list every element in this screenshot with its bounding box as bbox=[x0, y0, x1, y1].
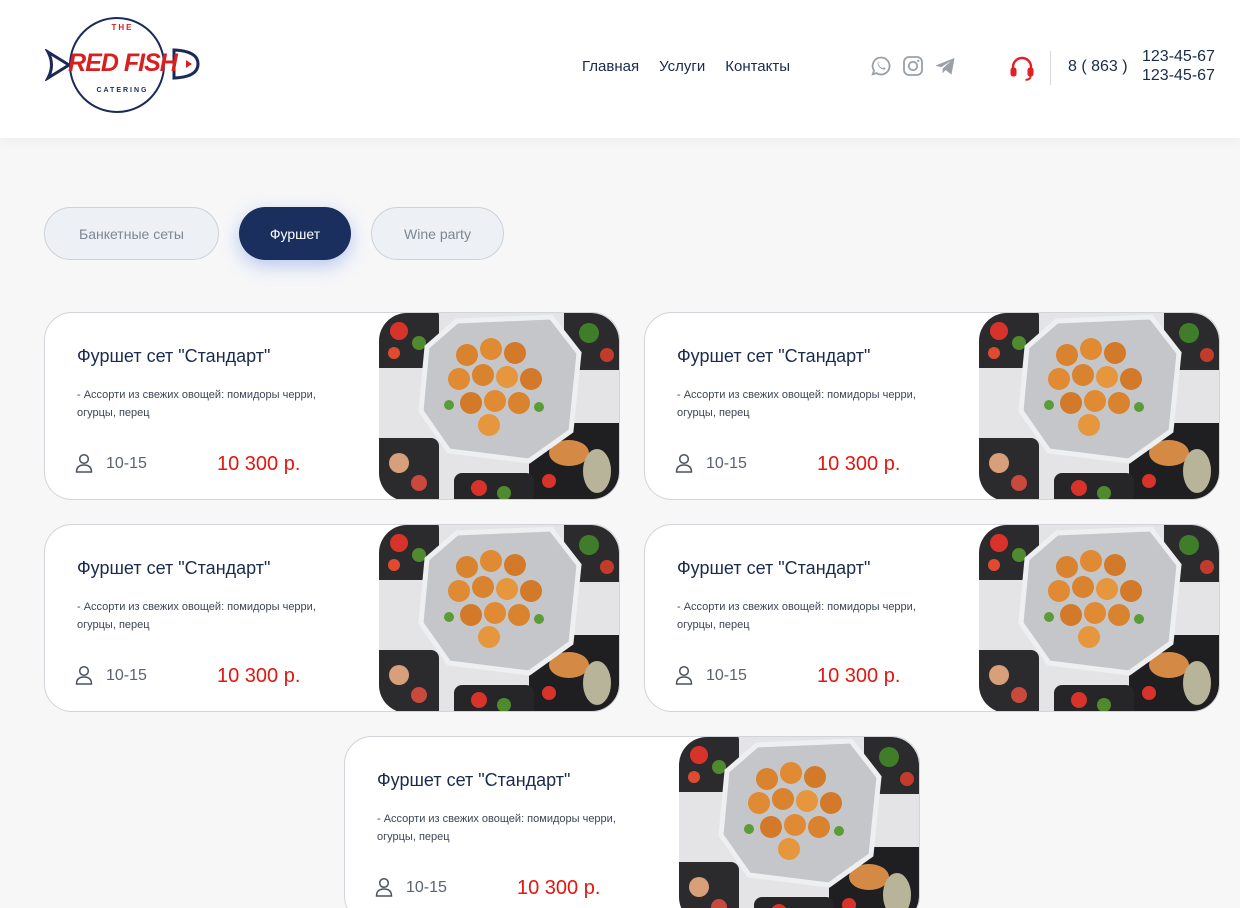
card-description: - Ассорти из свежих овощей: помидоры чер… bbox=[77, 601, 316, 631]
nav-item-services[interactable]: Услуги bbox=[659, 58, 705, 75]
site-header: THE RED FISH CATERING Главная Услуги Кон… bbox=[0, 0, 1240, 138]
tab-buffet[interactable]: Фуршет bbox=[239, 207, 351, 260]
card-description: - Ассорти из свежих овощей: помидоры чер… bbox=[377, 813, 616, 843]
person-icon bbox=[75, 665, 93, 685]
product-card[interactable]: Фуршет сет "Стандарт" - Ассорти из свежи… bbox=[644, 312, 1220, 500]
card-guests: 10-15 bbox=[106, 455, 147, 472]
telegram-icon[interactable] bbox=[934, 55, 956, 77]
nav-item-contacts[interactable]: Контакты bbox=[725, 58, 790, 75]
product-card[interactable]: Фуршет сет "Стандарт" - Ассорти из свежи… bbox=[344, 736, 920, 908]
phone-number[interactable]: 123-45-67 bbox=[1142, 67, 1215, 85]
phone-number[interactable]: 123-45-67 bbox=[1142, 48, 1215, 66]
logo[interactable]: THE RED FISH CATERING bbox=[45, 15, 200, 117]
card-description: - Ассорти из свежих овощей: помидоры чер… bbox=[77, 389, 316, 419]
tab-banquet-sets[interactable]: Банкетные сеты bbox=[44, 207, 219, 260]
person-icon bbox=[75, 453, 93, 473]
card-description: - Ассорти из свежих овощей: помидоры чер… bbox=[677, 601, 916, 631]
product-card[interactable]: Фуршет сет "Стандарт" - Ассорти из свежи… bbox=[44, 312, 620, 500]
person-icon bbox=[675, 453, 693, 473]
tab-wine-party[interactable]: Wine party bbox=[371, 207, 504, 260]
card-description: - Ассорти из свежих овощей: помидоры чер… bbox=[677, 389, 916, 419]
person-icon bbox=[675, 665, 693, 685]
nav-item-home[interactable]: Главная bbox=[582, 58, 639, 75]
card-title: Фуршет сет "Стандарт" bbox=[677, 346, 871, 366]
headset-icon[interactable] bbox=[1008, 54, 1036, 82]
card-price: 10 300 р. bbox=[217, 665, 301, 687]
card-title: Фуршет сет "Стандарт" bbox=[77, 346, 271, 366]
product-card[interactable]: Фуршет сет "Стандарт" - Ассорти из свежи… bbox=[644, 524, 1220, 712]
food-platter-image[interactable] bbox=[979, 525, 1219, 712]
food-platter-image[interactable] bbox=[379, 313, 619, 500]
card-title: Фуршет сет "Стандарт" bbox=[77, 558, 271, 578]
card-guests: 10-15 bbox=[706, 455, 747, 472]
food-platter-image[interactable] bbox=[379, 525, 619, 712]
contact-divider bbox=[1050, 51, 1051, 85]
card-price: 10 300 р. bbox=[517, 877, 601, 899]
card-price: 10 300 р. bbox=[817, 453, 901, 475]
logo-the-text: THE bbox=[111, 23, 134, 32]
card-title: Фуршет сет "Стандарт" bbox=[377, 770, 571, 790]
person-icon bbox=[375, 877, 393, 897]
card-guests: 10-15 bbox=[706, 667, 747, 684]
phone-code: 8 ( 863 ) bbox=[1068, 58, 1128, 75]
card-guests: 10-15 bbox=[106, 667, 147, 684]
social-links bbox=[870, 55, 956, 77]
food-platter-image[interactable] bbox=[679, 737, 919, 908]
whatsapp-icon[interactable] bbox=[870, 55, 892, 77]
card-title: Фуршет сет "Стандарт" bbox=[677, 558, 871, 578]
product-card[interactable]: Фуршет сет "Стандарт" - Ассорти из свежи… bbox=[44, 524, 620, 712]
card-price: 10 300 р. bbox=[817, 665, 901, 687]
logo-subtitle: CATERING bbox=[96, 87, 149, 94]
food-platter-image[interactable] bbox=[979, 313, 1219, 500]
card-guests: 10-15 bbox=[406, 879, 447, 896]
card-price: 10 300 р. bbox=[217, 453, 301, 475]
logo-wordmark: RED FISH bbox=[68, 49, 178, 77]
instagram-icon[interactable] bbox=[902, 55, 924, 77]
main-nav: Главная Услуги Контакты bbox=[582, 58, 790, 75]
